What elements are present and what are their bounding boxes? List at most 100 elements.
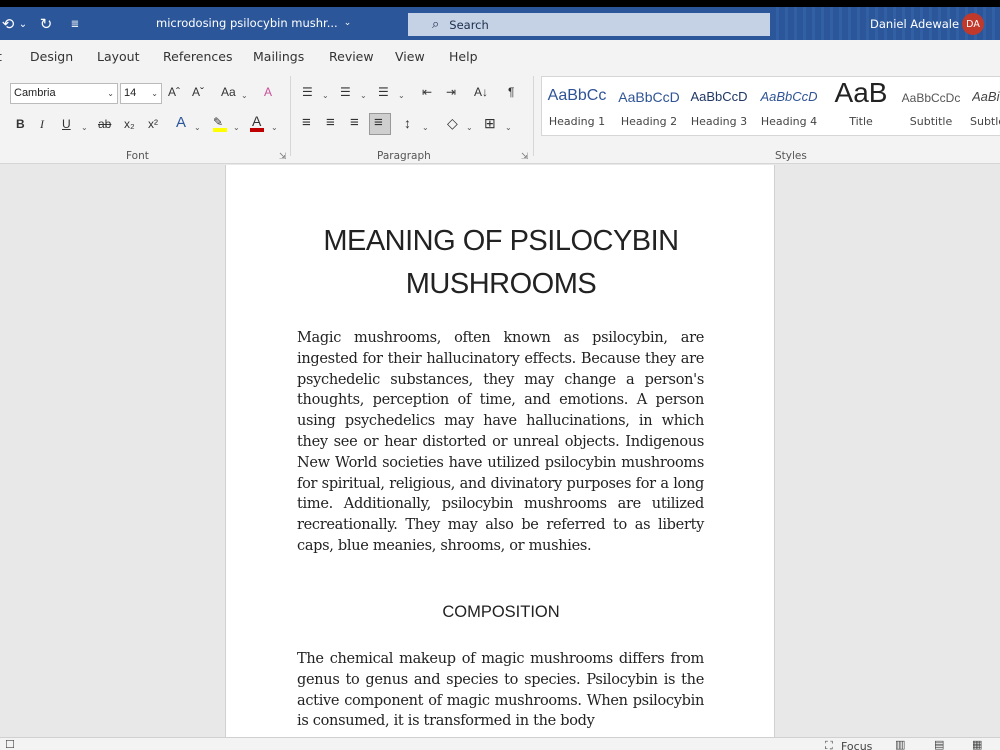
style-subtitle[interactable]: AaBbCcDc Subtitle [896, 77, 966, 135]
chevron-down-icon: ⌄ [107, 89, 114, 98]
heading-line-2: MUSHROOMS [405, 268, 597, 300]
chevron-down-icon[interactable]: ⌄ [360, 88, 367, 104]
document-name: microdosing psilocybin mushr... [156, 16, 338, 30]
style-title[interactable]: AaB Title [826, 77, 896, 135]
line-spacing-icon[interactable]: ↕ [404, 115, 411, 131]
grow-font-button[interactable]: Aˆ [168, 84, 180, 100]
chevron-down-icon[interactable]: ⌄ [81, 120, 88, 136]
chevron-down-icon[interactable]: ⌄ [322, 88, 329, 104]
style-label: Subtle [970, 115, 1000, 128]
style-sample: AaBi [972, 89, 1000, 104]
undo-icon[interactable]: ⟲ [0, 13, 16, 35]
chevron-down-icon[interactable]: ⌄ [505, 120, 512, 136]
numbering-icon[interactable]: ☰ [340, 84, 351, 100]
tab-view[interactable]: View [395, 49, 425, 64]
bold-button[interactable]: B [16, 116, 25, 132]
document-title[interactable]: microdosing psilocybin mushr... ⌄ [156, 16, 351, 30]
chevron-down-icon[interactable]: ⌄ [466, 120, 473, 136]
tab-design[interactable]: Design [30, 49, 73, 64]
group-divider [290, 76, 291, 156]
text-effects-button[interactable]: A [176, 115, 186, 131]
user-name[interactable]: Daniel Adewale [870, 17, 959, 31]
font-dialog-launcher-icon[interactable]: ⇲ [279, 152, 287, 162]
document-heading[interactable]: MEANING OF PSILOCYBIN MUSHROOMS [226, 220, 774, 306]
chevron-down-icon[interactable]: ⌄ [194, 120, 201, 136]
shading-icon[interactable]: ◇ [447, 115, 458, 131]
show-formatting-marks-icon[interactable]: ¶ [508, 84, 514, 100]
strikethrough-button[interactable]: ab [98, 116, 111, 132]
style-sample: AaBbCcD [760, 89, 818, 104]
underline-button[interactable]: U [62, 116, 71, 132]
redo-icon[interactable]: ↻ [38, 13, 54, 35]
italic-button[interactable]: I [40, 116, 44, 132]
style-label: Heading 1 [548, 115, 606, 128]
sort-icon[interactable]: A↓ [474, 84, 488, 100]
decrease-indent-icon[interactable]: ⇤ [422, 84, 432, 100]
align-right-icon[interactable]: ≡ [350, 115, 359, 131]
paragraph-dialog-launcher-icon[interactable]: ⇲ [521, 152, 529, 162]
focus-icon[interactable]: ⛶ [825, 739, 833, 750]
style-sample: AaB [834, 77, 888, 108]
bullets-icon[interactable]: ☰ [302, 84, 313, 100]
print-layout-icon[interactable]: ▤ [934, 738, 944, 750]
style-heading-3[interactable]: AaBbCcD Heading 3 [684, 77, 754, 135]
read-mode-icon[interactable]: ▥ [895, 738, 905, 750]
chevron-down-icon[interactable]: ⌄ [233, 120, 240, 136]
page-status-icon[interactable]: ☐ [5, 738, 15, 750]
chevron-down-icon[interactable]: ⌄ [271, 120, 278, 136]
undo-dropdown-icon[interactable]: ⌄ [18, 13, 28, 35]
heading-line-1: MEANING OF PSILOCYBIN [323, 225, 679, 257]
align-center-icon[interactable]: ≡ [326, 115, 335, 131]
font-color-swatch [250, 128, 264, 132]
clear-formatting-button[interactable]: A [264, 84, 272, 100]
styles-group-label: Styles [775, 150, 807, 162]
subscript-button[interactable]: x₂ [124, 116, 135, 132]
style-label: Heading 2 [620, 115, 678, 128]
quick-access-toolbar: ⟲ ⌄ ↻ ≣ [0, 12, 80, 36]
multilevel-list-icon[interactable]: ☰ [378, 84, 389, 100]
font-name-value: Cambria [14, 87, 56, 99]
style-heading-2[interactable]: AaBbCcD Heading 2 [614, 77, 684, 135]
tab-help[interactable]: Help [449, 49, 478, 64]
chevron-down-icon[interactable]: ⌄ [398, 88, 405, 104]
tab-partial[interactable]: t [0, 49, 2, 64]
section-heading-composition[interactable]: COMPOSITION [226, 603, 774, 622]
font-size-value: 14 [124, 87, 137, 99]
document-page[interactable]: MEANING OF PSILOCYBIN MUSHROOMS Magic mu… [225, 165, 775, 737]
style-heading-1[interactable]: AaBbCc Heading 1 [542, 77, 612, 135]
style-subtle[interactable]: AaBi Subtle [966, 77, 1000, 135]
tab-review[interactable]: Review [329, 49, 374, 64]
focus-label[interactable]: Focus [841, 740, 872, 750]
tab-references[interactable]: References [163, 49, 232, 64]
borders-icon[interactable]: ⊞ [484, 115, 496, 131]
paragraph-group-label: Paragraph [377, 150, 431, 162]
web-layout-icon[interactable]: ▦ [972, 738, 982, 750]
font-size-select[interactable]: 14 ⌄ [120, 83, 162, 104]
justify-icon[interactable]: ≡ [374, 115, 383, 131]
style-label: Subtitle [909, 115, 953, 128]
increase-indent-icon[interactable]: ⇥ [446, 84, 456, 100]
font-color-button[interactable]: A [252, 113, 261, 129]
shrink-font-button[interactable]: Aˇ [192, 84, 204, 100]
customize-toolbar-icon[interactable]: ≣ [70, 13, 80, 35]
chevron-down-icon[interactable]: ⌄ [241, 88, 248, 104]
font-group-label: Font [126, 150, 149, 162]
chevron-down-icon[interactable]: ⌄ [422, 120, 429, 136]
change-case-button[interactable]: Aa [221, 84, 236, 100]
paragraph-meaning[interactable]: Magic mushrooms, often known as psilocyb… [297, 328, 704, 557]
avatar[interactable]: DA [962, 13, 984, 35]
paragraph-composition[interactable]: The chemical makeup of magic mushrooms d… [297, 649, 704, 732]
align-left-icon[interactable]: ≡ [302, 115, 311, 131]
superscript-button[interactable]: x² [148, 116, 158, 132]
tab-layout[interactable]: Layout [97, 49, 140, 64]
style-heading-4[interactable]: AaBbCcD Heading 4 [754, 77, 824, 135]
chevron-down-icon: ⌄ [343, 18, 352, 28]
ribbon-tabs: t Design Layout References Mailings Revi… [0, 40, 1000, 72]
styles-gallery: AaBbCc Heading 1 AaBbCcD Heading 2 AaBbC… [541, 76, 1000, 136]
font-name-select[interactable]: Cambria ⌄ [10, 83, 118, 104]
search-box[interactable]: ⌕ Search [408, 13, 770, 36]
title-bar: ⟲ ⌄ ↻ ≣ microdosing psilocybin mushr... … [0, 0, 1000, 40]
search-label: Search [449, 17, 489, 32]
tab-mailings[interactable]: Mailings [253, 49, 304, 64]
search-icon: ⌕ [432, 17, 440, 32]
